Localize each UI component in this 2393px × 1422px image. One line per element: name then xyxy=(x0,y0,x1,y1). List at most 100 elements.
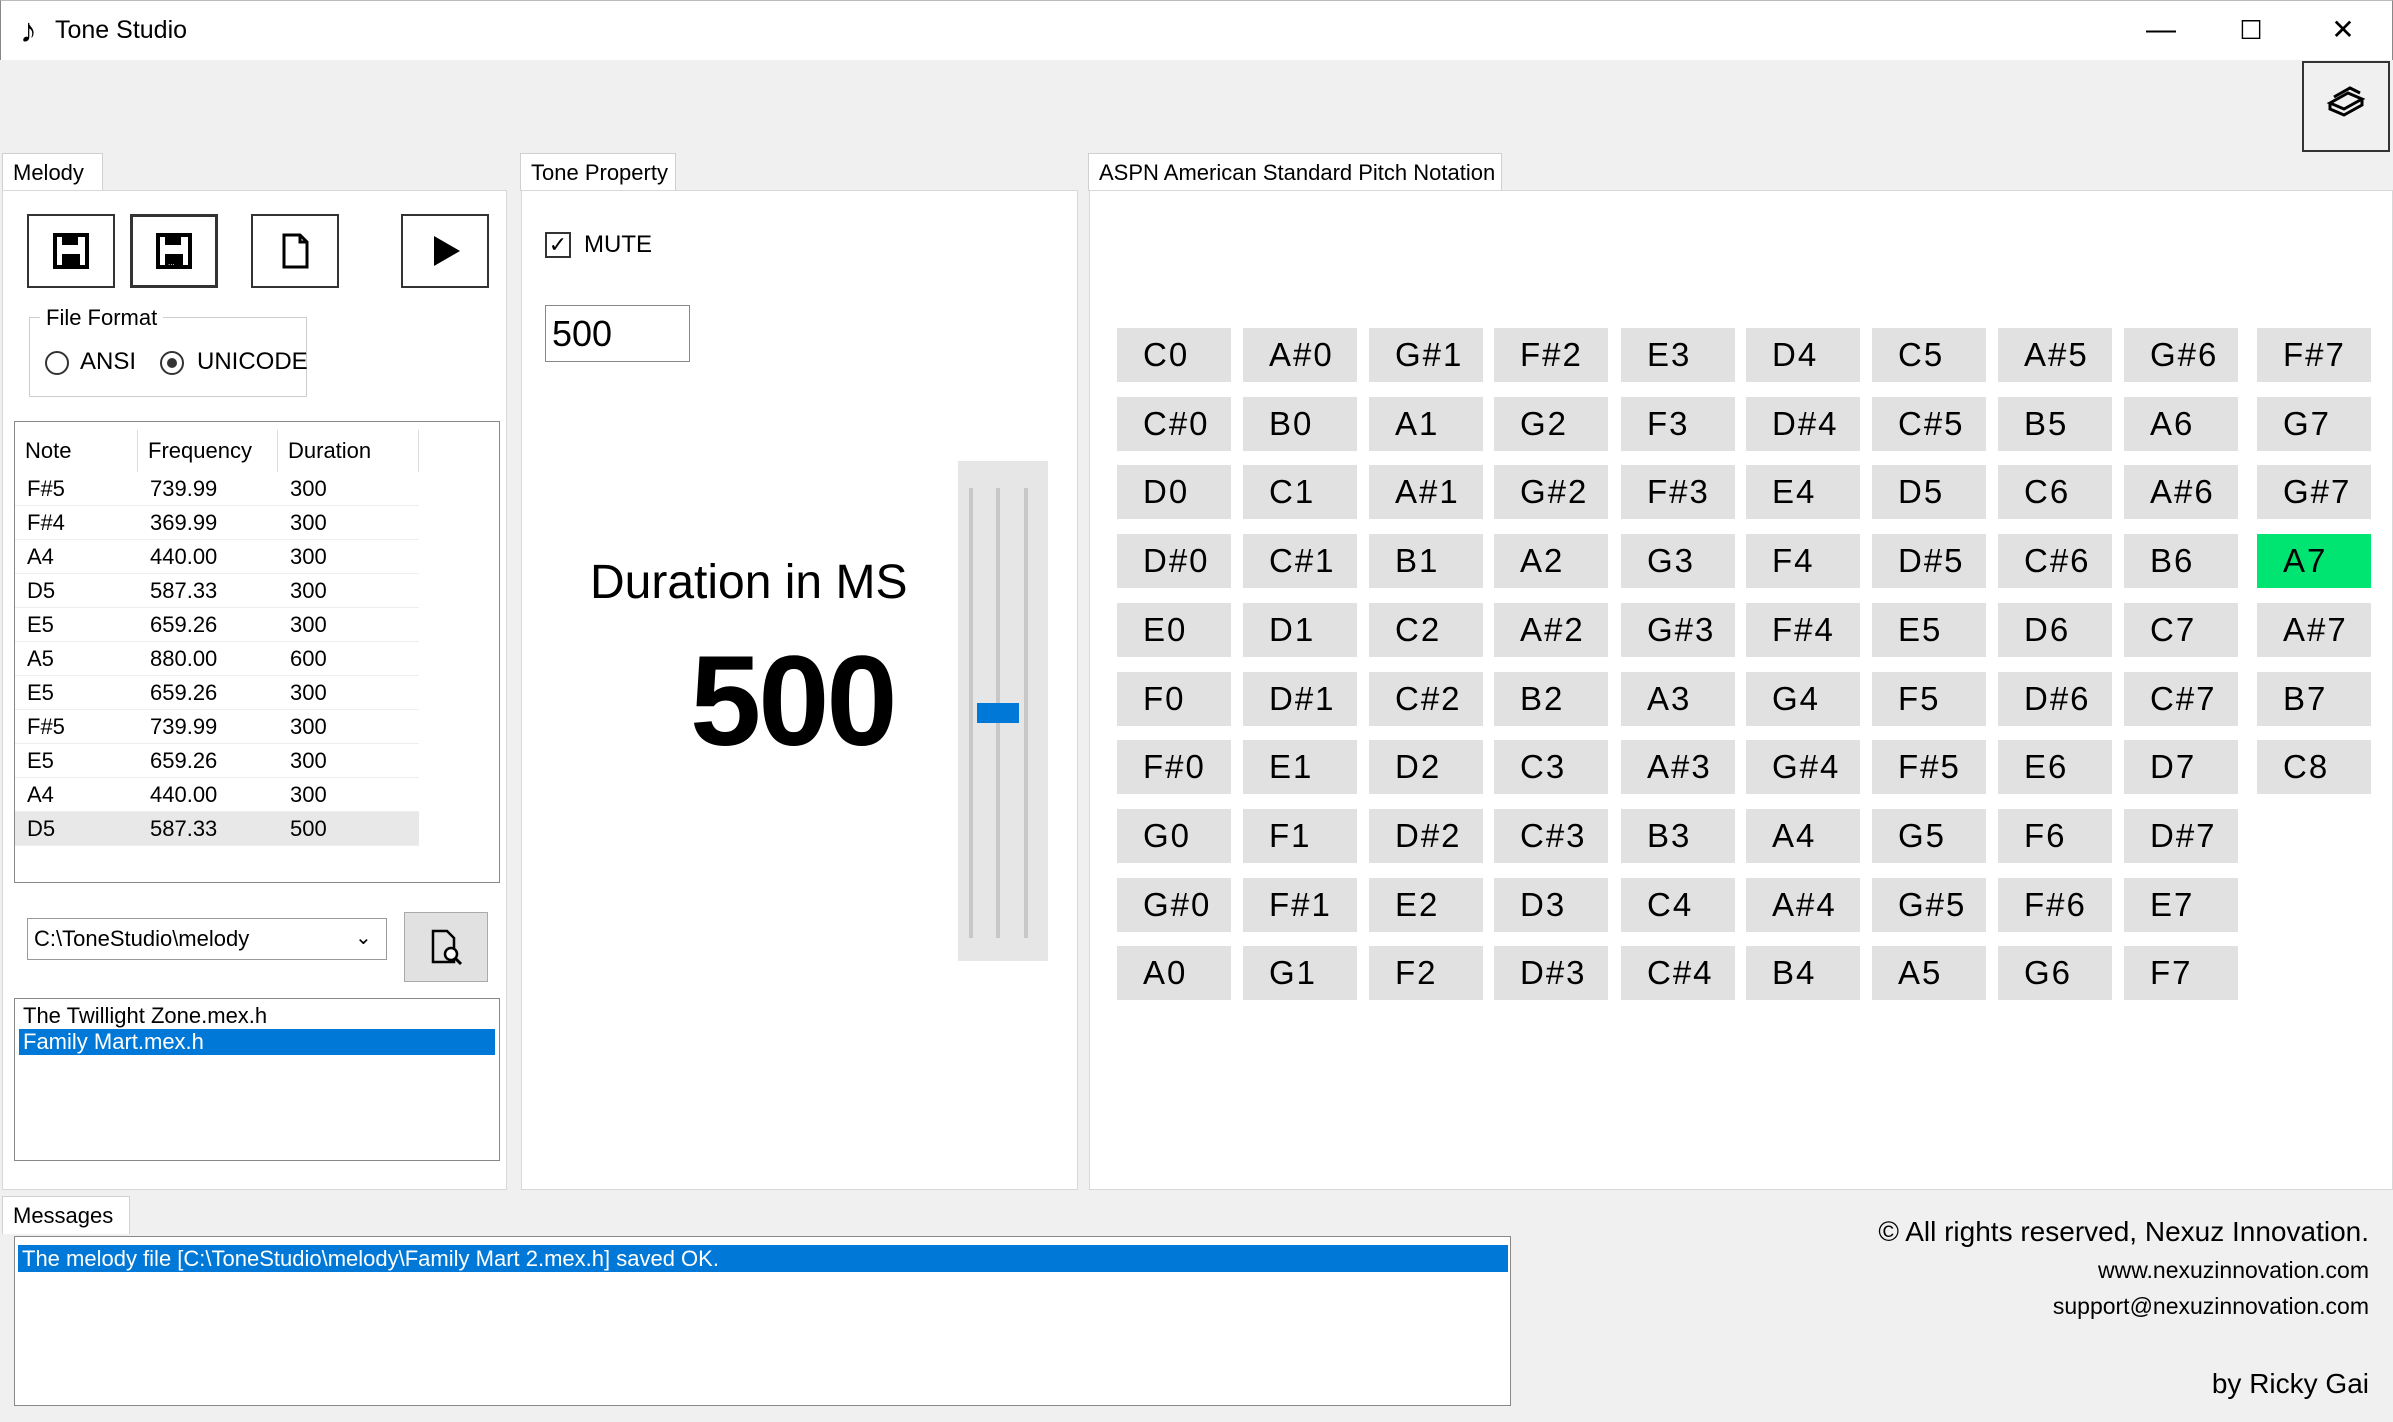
note-button[interactable]: A6 xyxy=(2124,396,2238,451)
note-button[interactable]: D3 xyxy=(1494,877,1608,932)
note-button[interactable]: A#0 xyxy=(1243,328,1357,382)
note-button[interactable]: D#6 xyxy=(1998,671,2112,726)
note-button[interactable]: A#2 xyxy=(1494,602,1608,657)
note-button[interactable]: A4 xyxy=(1746,808,1860,863)
note-button[interactable]: A5 xyxy=(1872,946,1986,1001)
note-button[interactable]: D#7 xyxy=(2124,808,2238,863)
close-button[interactable]: ✕ xyxy=(2288,0,2393,60)
note-button[interactable]: F4 xyxy=(1746,534,1860,589)
new-file-button[interactable] xyxy=(251,214,339,288)
column-header-duration[interactable]: Duration xyxy=(278,430,419,472)
mute-checkbox[interactable]: ✓ xyxy=(545,232,571,258)
table-row[interactable]: E5 659.26 300 xyxy=(15,744,419,778)
file-list-item[interactable]: The Twillight Zone.mex.h xyxy=(19,1003,495,1029)
note-button[interactable]: B0 xyxy=(1243,396,1357,451)
note-button[interactable]: E1 xyxy=(1243,740,1357,795)
note-button[interactable]: B2 xyxy=(1494,671,1608,726)
note-button[interactable]: A#4 xyxy=(1746,877,1860,932)
note-button[interactable]: C#4 xyxy=(1621,946,1735,1001)
unicode-radio[interactable] xyxy=(160,351,184,375)
note-button[interactable]: C#0 xyxy=(1117,396,1231,451)
note-button[interactable]: F#3 xyxy=(1621,465,1735,520)
save-button[interactable] xyxy=(27,214,115,288)
note-button[interactable]: G4 xyxy=(1746,671,1860,726)
tab-tone-property[interactable]: Tone Property xyxy=(520,153,676,191)
note-button[interactable]: G3 xyxy=(1621,534,1735,589)
note-button[interactable]: G#0 xyxy=(1117,877,1231,932)
note-button[interactable]: A7 xyxy=(2257,534,2371,589)
note-button[interactable]: G2 xyxy=(1494,396,1608,451)
note-button[interactable]: B5 xyxy=(1998,396,2112,451)
note-button[interactable]: D1 xyxy=(1243,602,1357,657)
note-button[interactable]: C0 xyxy=(1117,328,1231,382)
note-button[interactable]: C4 xyxy=(1621,877,1735,932)
note-button[interactable]: G5 xyxy=(1872,808,1986,863)
note-button[interactable]: B6 xyxy=(2124,534,2238,589)
note-button[interactable]: A#5 xyxy=(1998,328,2112,382)
note-table[interactable]: Note Frequency Duration F#5 739.99 300 F#4 3… xyxy=(14,421,500,883)
note-button[interactable]: F1 xyxy=(1243,808,1357,863)
table-row[interactable]: D5 587.33 500 xyxy=(15,812,419,846)
melody-path-combo[interactable]: C:\ToneStudio\melody xyxy=(27,918,387,960)
note-button[interactable]: C7 xyxy=(2124,602,2238,657)
note-button[interactable]: C#2 xyxy=(1369,671,1483,726)
note-button[interactable]: D2 xyxy=(1369,740,1483,795)
note-button[interactable]: G#7 xyxy=(2257,465,2371,520)
note-button[interactable]: C5 xyxy=(1872,328,1986,382)
note-button[interactable]: E7 xyxy=(2124,877,2238,932)
note-button[interactable]: D#3 xyxy=(1494,946,1608,1001)
note-button[interactable]: G#6 xyxy=(2124,328,2238,382)
note-button[interactable]: A#7 xyxy=(2257,602,2371,657)
table-row[interactable]: F#5 739.99 300 xyxy=(15,472,419,506)
note-button[interactable]: C8 xyxy=(2257,740,2371,795)
table-row[interactable]: A4 440.00 300 xyxy=(15,778,419,812)
note-button[interactable]: D#0 xyxy=(1117,534,1231,589)
table-row[interactable]: A4 440.00 300 xyxy=(15,540,419,574)
note-button[interactable]: G6 xyxy=(1998,946,2112,1001)
note-button[interactable]: C#7 xyxy=(2124,671,2238,726)
note-button[interactable]: A#1 xyxy=(1369,465,1483,520)
play-button[interactable] xyxy=(401,214,489,288)
chevron-down-icon[interactable]: ⌄ xyxy=(355,925,372,950)
note-button[interactable]: E6 xyxy=(1998,740,2112,795)
note-button[interactable]: D5 xyxy=(1872,465,1986,520)
note-button[interactable]: A#3 xyxy=(1621,740,1735,795)
tab-melody[interactable]: Melody xyxy=(2,153,103,191)
table-row[interactable]: D5 587.33 300 xyxy=(15,574,419,608)
note-button[interactable]: C3 xyxy=(1494,740,1608,795)
note-button[interactable]: A#6 xyxy=(2124,465,2238,520)
note-button[interactable]: F2 xyxy=(1369,946,1483,1001)
note-button[interactable]: A3 xyxy=(1621,671,1735,726)
tab-messages[interactable]: Messages xyxy=(2,1196,130,1234)
note-button[interactable]: F0 xyxy=(1117,671,1231,726)
note-button[interactable]: E0 xyxy=(1117,602,1231,657)
note-button[interactable]: F6 xyxy=(1998,808,2112,863)
melody-file-list[interactable]: The Twillight Zone.mex.h Family Mart.mex.… xyxy=(14,998,500,1161)
note-button[interactable]: C1 xyxy=(1243,465,1357,520)
note-button[interactable]: D4 xyxy=(1746,328,1860,382)
column-header-note[interactable]: Note xyxy=(15,430,138,472)
note-button[interactable]: G0 xyxy=(1117,808,1231,863)
note-button[interactable]: F7 xyxy=(2124,946,2238,1001)
note-button[interactable]: C#6 xyxy=(1998,534,2112,589)
note-button[interactable]: B4 xyxy=(1746,946,1860,1001)
table-row[interactable]: F#5 739.99 300 xyxy=(15,710,419,744)
table-row[interactable]: E5 659.26 300 xyxy=(15,608,419,642)
tab-aspn[interactable]: ASPN American Standard Pitch Notation xyxy=(1088,153,1502,191)
note-button[interactable]: G#3 xyxy=(1621,602,1735,657)
duration-input[interactable] xyxy=(545,305,690,362)
note-button[interactable]: E2 xyxy=(1369,877,1483,932)
note-button[interactable]: D6 xyxy=(1998,602,2112,657)
slider-thumb[interactable] xyxy=(977,703,1019,723)
note-button[interactable]: F#7 xyxy=(2257,328,2371,382)
note-button[interactable]: C#3 xyxy=(1494,808,1608,863)
browse-folder-button[interactable] xyxy=(404,912,488,982)
note-button[interactable]: A2 xyxy=(1494,534,1608,589)
note-button[interactable]: F#5 xyxy=(1872,740,1986,795)
note-button[interactable]: A1 xyxy=(1369,396,1483,451)
note-button[interactable]: D#4 xyxy=(1746,396,1860,451)
table-row[interactable]: E5 659.26 300 xyxy=(15,676,419,710)
note-button[interactable]: D7 xyxy=(2124,740,2238,795)
help-button[interactable] xyxy=(2302,61,2390,152)
table-row[interactable]: F#4 369.99 300 xyxy=(15,506,419,540)
